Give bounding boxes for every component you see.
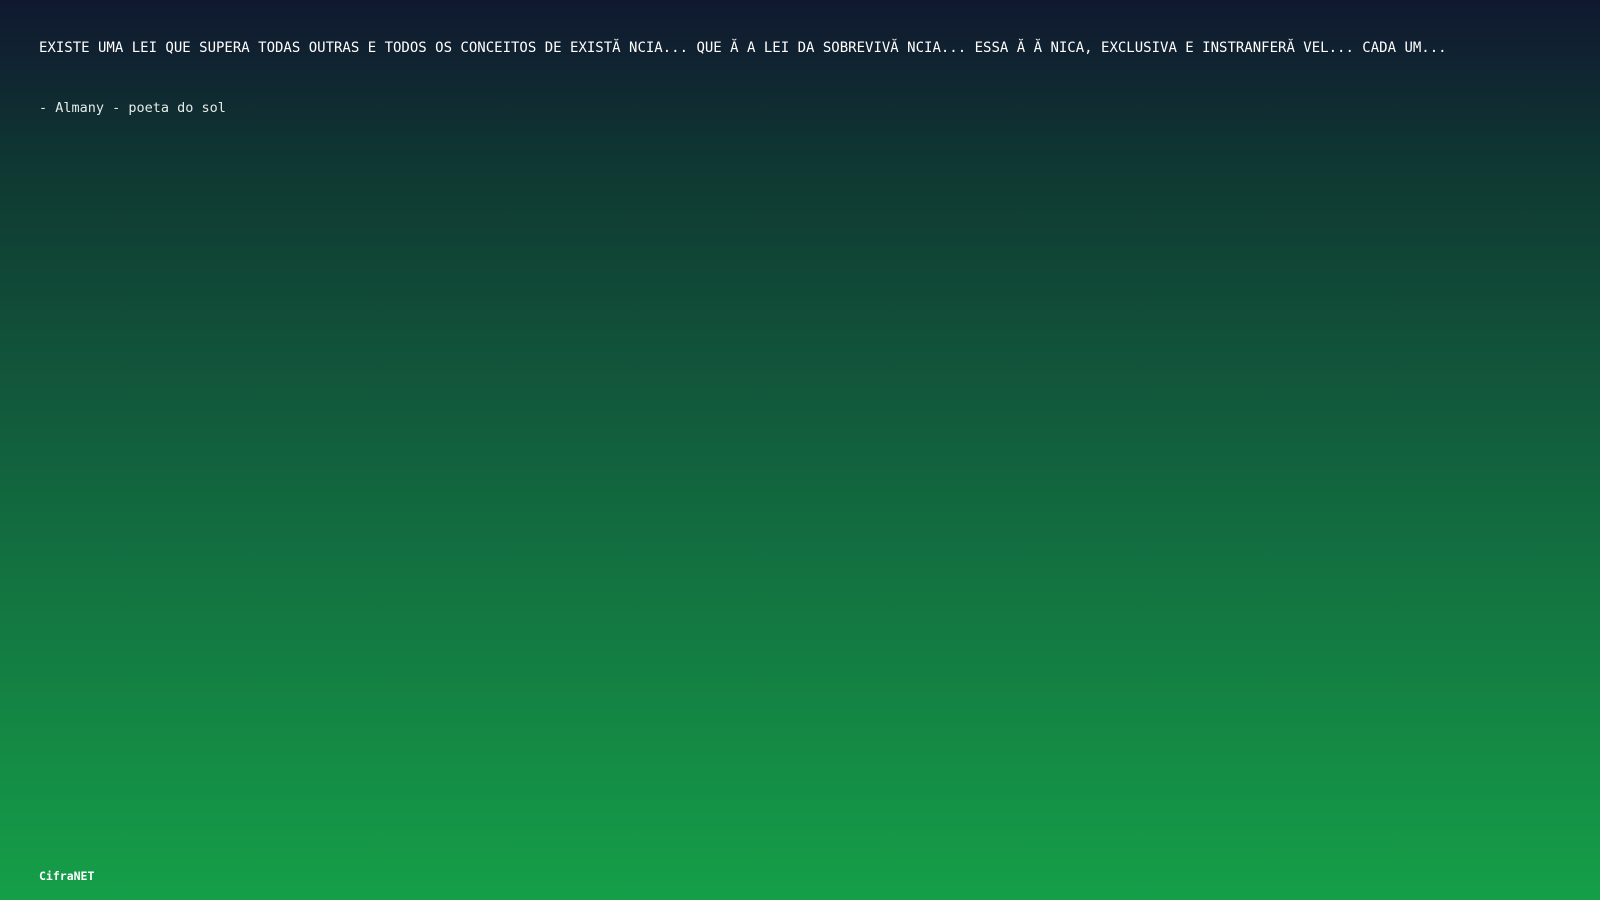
quote-author: - Almany - poeta do sol xyxy=(39,100,226,116)
quote-screen: { "quote": { "text": "EXISTE UMA LEI QUE… xyxy=(0,0,1600,900)
quote-text: EXISTE UMA LEI QUE SUPERA TODAS OUTRAS E… xyxy=(39,40,1447,56)
brand-label: CifraNET xyxy=(39,869,95,883)
